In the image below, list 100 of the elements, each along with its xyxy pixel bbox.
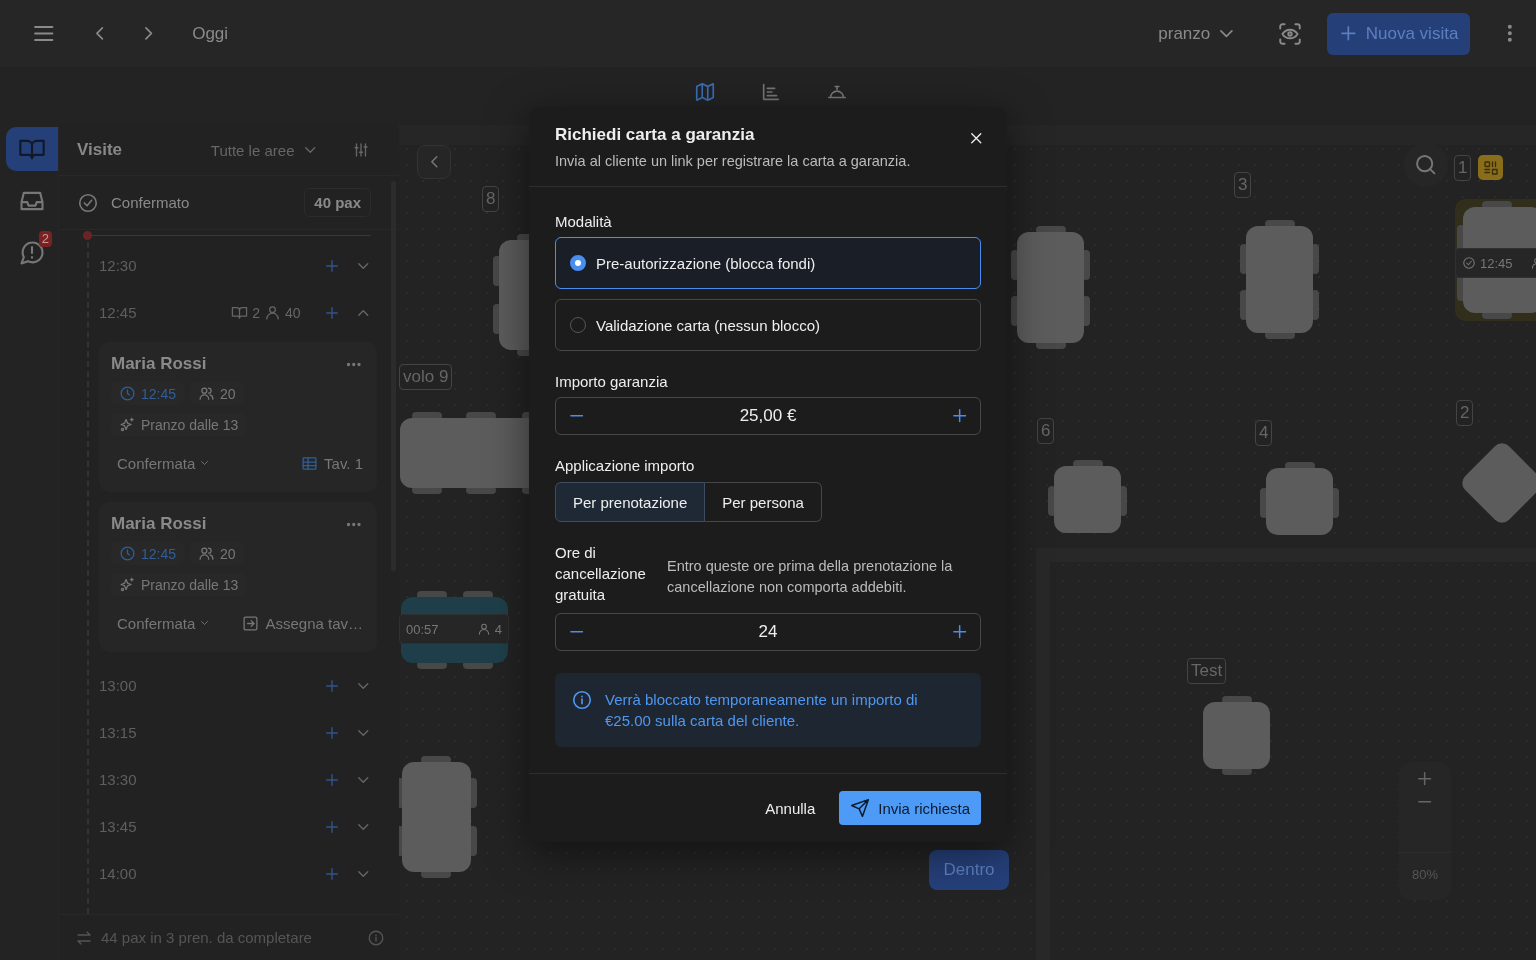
visit-card[interactable]: Maria Rossi 12:45 20 Pranzo dalle 13 Confermata Assegna tav… (99, 502, 377, 652)
slot-time: 13:45 (99, 818, 137, 835)
slot-time: 13:30 (99, 771, 137, 788)
minus-icon (570, 415, 584, 417)
sparkles-icon (119, 576, 136, 593)
plus-icon (952, 625, 966, 639)
slot-time: 12:45 (99, 304, 137, 321)
chevron-down-icon (357, 776, 368, 783)
guest-count: 40 (284, 304, 301, 321)
tag-label: Pranzo dalle 13 (141, 576, 239, 593)
stepper-value: 25,00 € (738, 406, 798, 426)
users-icon (198, 385, 216, 402)
sliders-icon (352, 141, 370, 159)
status-label: Confermato (111, 194, 190, 211)
field-label: Applicazione importo (555, 457, 696, 474)
new-visit-button[interactable]: Nuova visita (1327, 12, 1471, 55)
table-label: Test (1187, 658, 1227, 684)
cancel-button[interactable]: Annulla (759, 798, 822, 818)
info-icon (367, 928, 385, 947)
radio-option[interactable]: Pre-autorizzazione (blocca fondi) (555, 237, 981, 289)
segment-option[interactable]: Per persona (705, 482, 822, 522)
table-drawing[interactable] (1009, 224, 1092, 351)
chevron-down-icon (357, 262, 368, 269)
service-dropdown[interactable]: pranzo (1152, 22, 1240, 45)
stepper-value: 24 (757, 622, 779, 642)
qr-code-icon (1481, 158, 1500, 177)
close-icon (970, 133, 981, 144)
visit-card[interactable]: Maria Rossi 12:45 20 Pranzo dalle 13 Confermata Tav. 1 (99, 342, 377, 492)
book-rail-button[interactable] (6, 127, 58, 171)
guest-count: 20 (220, 545, 236, 562)
guest-count: 4 (494, 621, 502, 637)
dialog-subtitle: Invia al cliente un link per registrare la carta a garanzia. (555, 153, 912, 169)
plus-icon (325, 259, 338, 272)
table-link[interactable]: Tav. 1 (301, 454, 363, 472)
chevron-left-icon (95, 27, 103, 40)
table-label: 3 (1234, 172, 1252, 198)
status-dropdown[interactable]: Confermata (117, 454, 209, 472)
field-label: Importo garanzia (555, 373, 669, 390)
plus-icon (325, 726, 338, 739)
info-text: Verrà bloccato temporaneamente un importo di €25.00 sulla carta del cliente. (605, 690, 919, 731)
slot-time: 14:00 (99, 865, 137, 882)
slot-time: 13:00 (99, 677, 137, 694)
back-button[interactable] (417, 145, 451, 179)
minus-icon (570, 631, 584, 633)
field-label: Ore di cancellazione gratuita (555, 543, 647, 605)
table-drawing[interactable]: 12:45 (1455, 199, 1536, 321)
message-alert-rail-button[interactable]: 2 (6, 231, 58, 275)
table-label: 8 (482, 186, 500, 212)
menu-icon (34, 25, 54, 42)
guest-name: Maria Rossi (111, 354, 207, 374)
send-icon (850, 798, 871, 818)
qr-code-button[interactable] (1478, 155, 1503, 180)
notification-badge: 2 (38, 231, 52, 247)
chevron-right-icon (144, 27, 153, 40)
panel-title: Visite (77, 140, 123, 160)
slot-time: 12:30 (99, 257, 137, 274)
field-hint: Entro queste ore prima della prenotazione la cancellazione non comporta addebiti. (667, 556, 954, 597)
segment-option[interactable]: Per prenotazione (555, 482, 706, 522)
search-icon (1416, 155, 1436, 175)
visit-time: 12:45 (141, 545, 177, 562)
user-icon (263, 304, 281, 321)
hours-stepper[interactable]: 24 (555, 613, 981, 651)
plus-icon (1418, 772, 1432, 786)
plus-icon (325, 773, 338, 786)
info-icon (571, 689, 593, 711)
chevron-down-icon (201, 461, 209, 465)
table-drawing[interactable] (399, 754, 479, 880)
enter-icon (242, 614, 260, 632)
users-icon (198, 545, 216, 562)
date-label: Oggi (192, 23, 229, 44)
field-label: Modalità (555, 213, 613, 230)
amount-stepper[interactable]: 25,00 € (555, 397, 981, 435)
clock-icon (119, 385, 136, 402)
check-circle-icon (77, 191, 99, 214)
pax-count: 40 pax (304, 188, 371, 217)
plus-icon (952, 409, 966, 423)
eye-scan-icon (1277, 20, 1304, 47)
chevron-down-icon (357, 682, 368, 689)
plus-icon (1341, 26, 1356, 41)
plus-icon (325, 679, 338, 692)
book-icon (231, 304, 249, 321)
send-request-button[interactable]: Invia richiesta (839, 791, 981, 825)
more-icon (346, 522, 360, 526)
table-label: 2 (1456, 400, 1474, 426)
guest-count: 20 (220, 385, 236, 402)
check-circle-icon (1462, 256, 1476, 270)
table-drawing[interactable] (1238, 218, 1321, 341)
user-icon (476, 622, 491, 636)
area-filter-dropdown[interactable]: Tutte le aree (204, 140, 321, 160)
chevron-down-icon (357, 870, 368, 877)
table-label: 6 (1037, 418, 1055, 444)
radio-option[interactable]: Validazione carta (nessun blocco) (555, 299, 981, 351)
clock-icon (119, 545, 136, 562)
more-icon (1508, 25, 1512, 42)
chevron-left-icon (430, 156, 438, 168)
area-button[interactable]: Dentro (929, 850, 1009, 890)
minus-icon (1418, 801, 1432, 803)
assign-table-button[interactable]: Assegna tav… (242, 614, 363, 632)
plus-icon (325, 820, 338, 833)
status-dropdown[interactable]: Confermata (117, 614, 209, 632)
